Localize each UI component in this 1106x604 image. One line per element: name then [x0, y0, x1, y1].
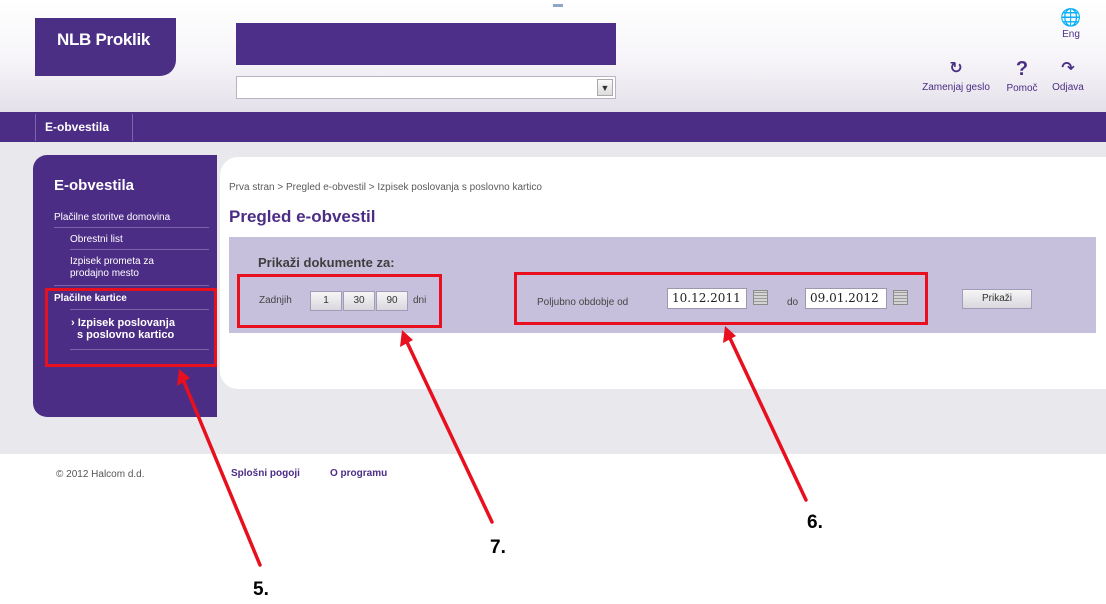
annotation-arrow-5	[180, 375, 262, 567]
annotation-label-5: 5.	[253, 579, 269, 600]
annotation-label-6: 6.	[807, 512, 823, 533]
annotation-arrows	[177, 326, 808, 567]
annotation-arrow-6	[726, 332, 808, 502]
annotation-label-7: 7.	[490, 537, 506, 558]
annotation-arrow-7	[403, 336, 494, 524]
